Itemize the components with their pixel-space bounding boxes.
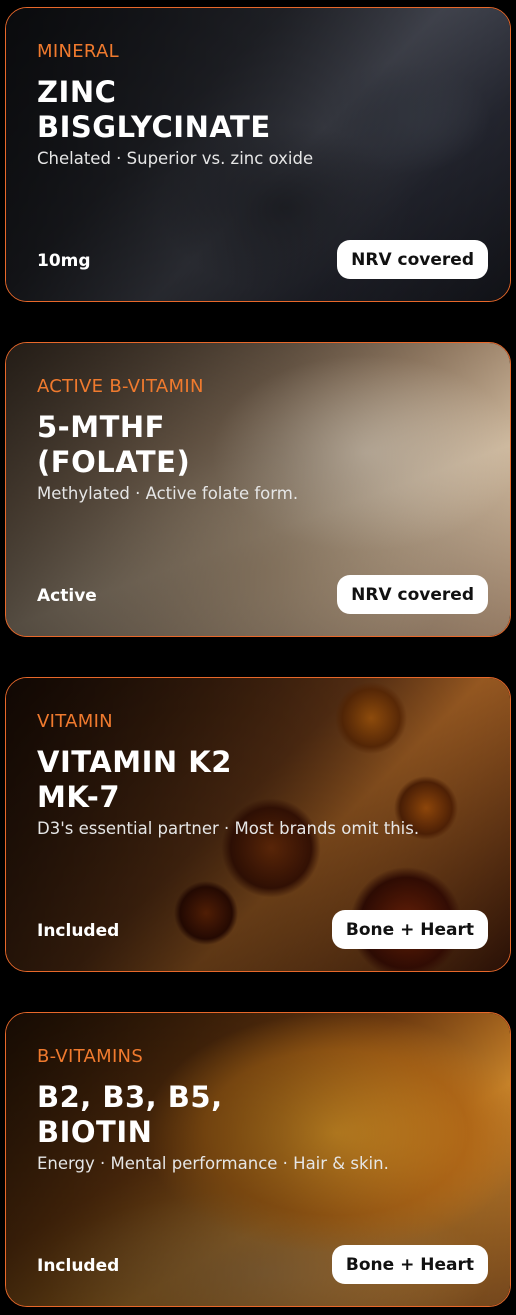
card-dosage: Active bbox=[37, 586, 97, 606]
card-title-line: (FOLATE) bbox=[37, 445, 191, 479]
card-title-line: 5-MTHF bbox=[37, 410, 165, 444]
card-title: B2, B3, B5, BIOTIN bbox=[37, 1080, 457, 1150]
card-badge: Bone + Heart bbox=[331, 1245, 488, 1284]
card-dosage: Included bbox=[37, 1256, 120, 1276]
ingredient-card-b-vitamins[interactable]: B-VITAMINS B2, B3, B5, BIOTIN Energy · M… bbox=[5, 1012, 511, 1307]
card-title-line: ZINC bbox=[37, 75, 117, 109]
card-badge: Bone + Heart bbox=[331, 910, 488, 949]
card-subtitle: D3's essential partner · Most brands omi… bbox=[37, 819, 420, 838]
card-title-line: MK-7 bbox=[37, 780, 121, 814]
card-title: ZINC BISGLYCINATE bbox=[37, 75, 457, 145]
card-subtitle: Methylated · Active folate form. bbox=[37, 484, 299, 503]
card-dosage: 10mg bbox=[37, 251, 91, 271]
card-title-line: VITAMIN K2 bbox=[37, 745, 232, 779]
card-title: VITAMIN K2 MK-7 bbox=[37, 745, 457, 815]
card-category: ACTIVE B-VITAMIN bbox=[37, 376, 204, 397]
card-subtitle: Chelated · Superior vs. zinc oxide bbox=[37, 149, 314, 168]
ingredient-card-zinc[interactable]: MINERAL ZINC BISGLYCINATE Chelated · Sup… bbox=[5, 7, 511, 302]
card-category: VITAMIN bbox=[37, 711, 113, 732]
card-category: MINERAL bbox=[37, 41, 119, 62]
card-title-line: B2, B3, B5, bbox=[37, 1080, 223, 1114]
card-dosage: Included bbox=[37, 921, 120, 941]
ingredient-card-k2[interactable]: VITAMIN VITAMIN K2 MK-7 D3's essential p… bbox=[5, 677, 511, 972]
ingredient-card-folate[interactable]: ACTIVE B-VITAMIN 5-MTHF (FOLATE) Methyla… bbox=[5, 342, 511, 637]
card-badge: NRV covered bbox=[337, 240, 488, 279]
card-title-line: BISGLYCINATE bbox=[37, 110, 271, 144]
card-badge: NRV covered bbox=[337, 575, 488, 614]
card-title: 5-MTHF (FOLATE) bbox=[37, 410, 457, 480]
card-subtitle: Energy · Mental performance · Hair & ski… bbox=[37, 1154, 389, 1173]
card-category: B-VITAMINS bbox=[37, 1046, 144, 1067]
card-title-line: BIOTIN bbox=[37, 1115, 153, 1149]
